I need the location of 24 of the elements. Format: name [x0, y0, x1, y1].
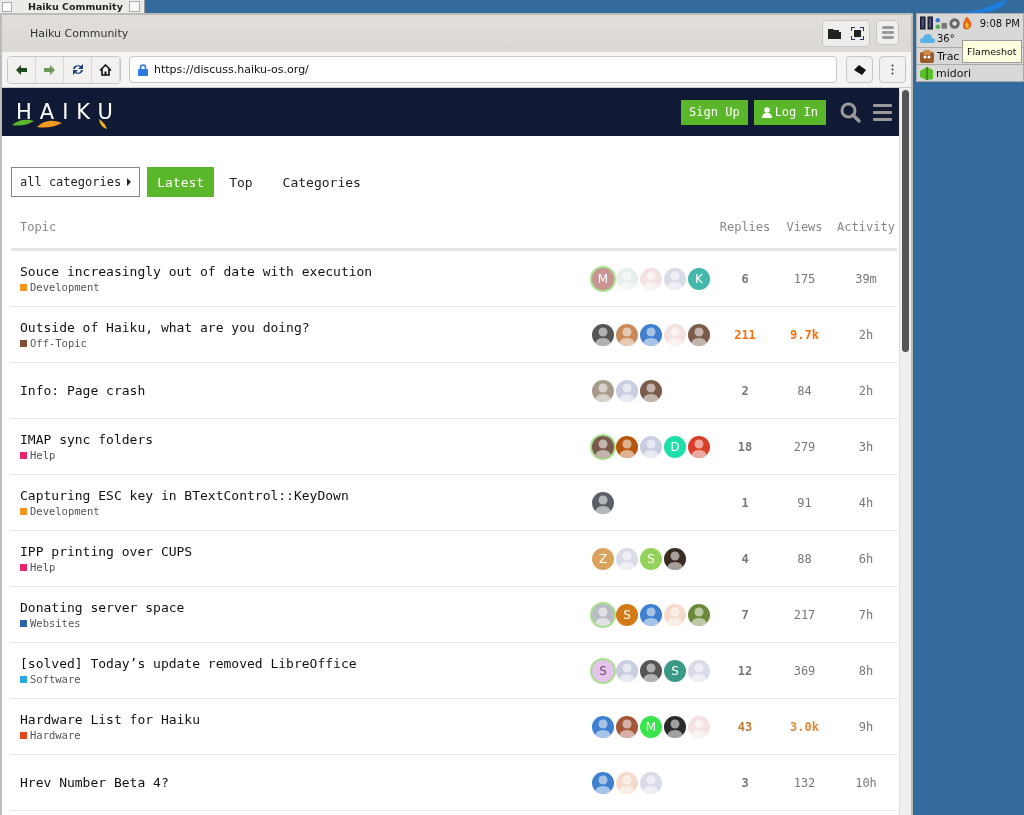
view-count: 88: [797, 551, 812, 566]
reply-count: 211: [734, 327, 756, 342]
reply-count: 7: [741, 607, 749, 622]
view-count: 132: [793, 775, 816, 790]
view-count: 217: [793, 607, 816, 622]
view-count: 3.0k: [790, 719, 819, 734]
reply-count: 6: [741, 271, 749, 286]
view-count: 84: [797, 383, 812, 398]
reply-count: 1: [741, 495, 749, 510]
view-count: 91: [797, 495, 812, 510]
reply-count: 2: [741, 383, 749, 398]
tooltip: Flameshot: [962, 40, 1022, 63]
view-count: 175: [793, 271, 816, 286]
page-title: Haiku Community: [30, 27, 130, 40]
view-count: 279: [793, 439, 816, 454]
window-title: Haiku Community: [28, 0, 124, 13]
temperature: 36°: [937, 32, 955, 44]
reply-count: 4: [741, 551, 749, 566]
reply-count: 3: [741, 775, 749, 790]
reply-count: 18: [737, 439, 753, 454]
reply-count: 43: [737, 719, 753, 734]
reply-count: 12: [737, 663, 753, 678]
view-count: 369: [793, 663, 816, 678]
view-count: 9.7k: [790, 327, 819, 342]
